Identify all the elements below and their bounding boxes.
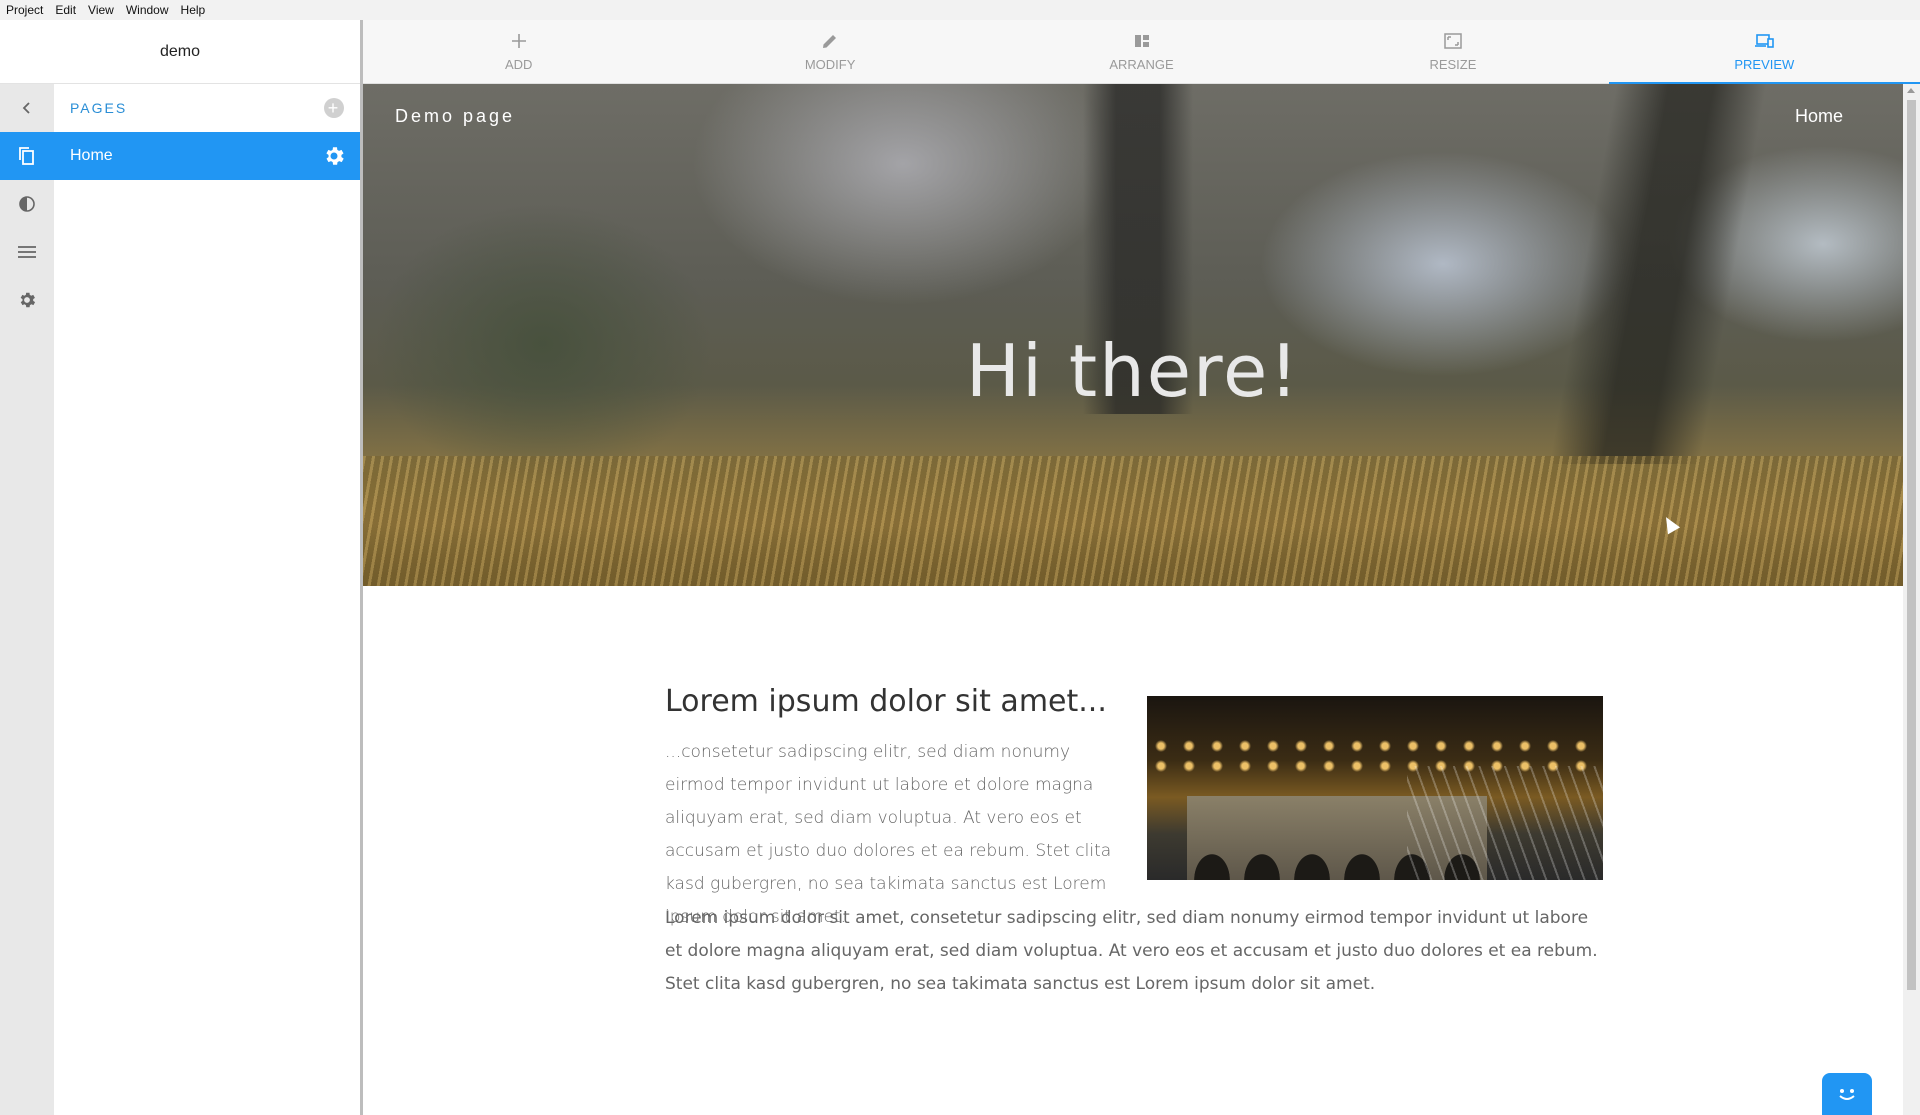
scroll-thumb[interactable] [1907,100,1916,990]
tool-resize[interactable]: RESIZE [1297,20,1608,83]
page-item-home[interactable]: Home [54,132,360,180]
menu-help[interactable]: Help [181,3,206,17]
add-page-button[interactable]: + [324,98,344,118]
tool-add[interactable]: ADD [363,20,674,83]
hero-section: Demo page Home Hi there! [363,84,1903,586]
page-item-label: Home [70,147,113,164]
chat-face-icon [1839,1089,1855,1100]
theme-button[interactable] [0,180,54,228]
site-title[interactable]: Demo page [395,106,515,127]
devices-icon [1755,34,1775,48]
tool-preview[interactable]: PREVIEW [1608,20,1920,84]
menu-structure-button[interactable] [0,228,54,276]
chevron-left-icon [22,102,30,114]
pages-header-label: PAGES [70,100,128,116]
pencil-icon [823,35,837,48]
side-rail [0,84,54,1115]
collapse-button[interactable] [0,84,54,132]
hero-heading: Hi there! [965,329,1301,413]
menu-bar: Project Edit View Window Help [0,0,1920,20]
plus-icon: + [327,98,341,118]
preview-canvas: Demo page Home Hi there! Lorem ipsum dol… [363,84,1903,1115]
pages-header: PAGES + [54,84,360,132]
top-toolbar: ADD MODIFY ARRANGE RESIZE PREVIEW [363,20,1920,84]
page-settings-gear-icon[interactable] [322,144,346,168]
image-road [1407,766,1603,880]
tool-add-label: ADD [504,57,533,72]
pages-tab-button[interactable] [0,132,54,180]
pages-pane: PAGES + Home [54,84,360,1115]
settings-button[interactable] [0,276,54,324]
tool-arrange-label: ARRANGE [1109,57,1174,72]
contrast-icon [19,196,35,212]
plus-icon [511,34,526,48]
article-title: Lorem ipsum dolor sit amet... [665,684,1107,719]
article-paragraph-2: Lorem ipsum dolor sit amet, consetetur s… [665,908,1598,994]
preview-scrollbar[interactable] [1903,84,1920,1115]
hamburger-icon [18,246,36,258]
tool-resize-label: RESIZE [1429,57,1477,72]
left-panel: demo PAGES + Home [0,20,360,1115]
pages-icon [19,147,34,165]
tool-preview-label: PREVIEW [1734,57,1795,72]
menu-view[interactable]: View [88,3,114,17]
article-image [1147,696,1603,880]
resize-icon [1444,33,1462,49]
menu-edit[interactable]: Edit [55,3,76,17]
tool-arrange[interactable]: ARRANGE [986,20,1297,83]
scroll-up-arrow-icon[interactable] [1907,88,1915,93]
menu-project[interactable]: Project [6,3,43,17]
gear-icon [20,292,36,308]
nav-link-home[interactable]: Home [1795,106,1843,127]
chat-button[interactable] [1822,1073,1872,1115]
project-title: demo [0,20,360,84]
tool-modify-label: MODIFY [804,57,856,72]
tool-modify[interactable]: MODIFY [674,20,985,83]
arrange-icon [1134,35,1149,47]
menu-window[interactable]: Window [126,3,169,17]
